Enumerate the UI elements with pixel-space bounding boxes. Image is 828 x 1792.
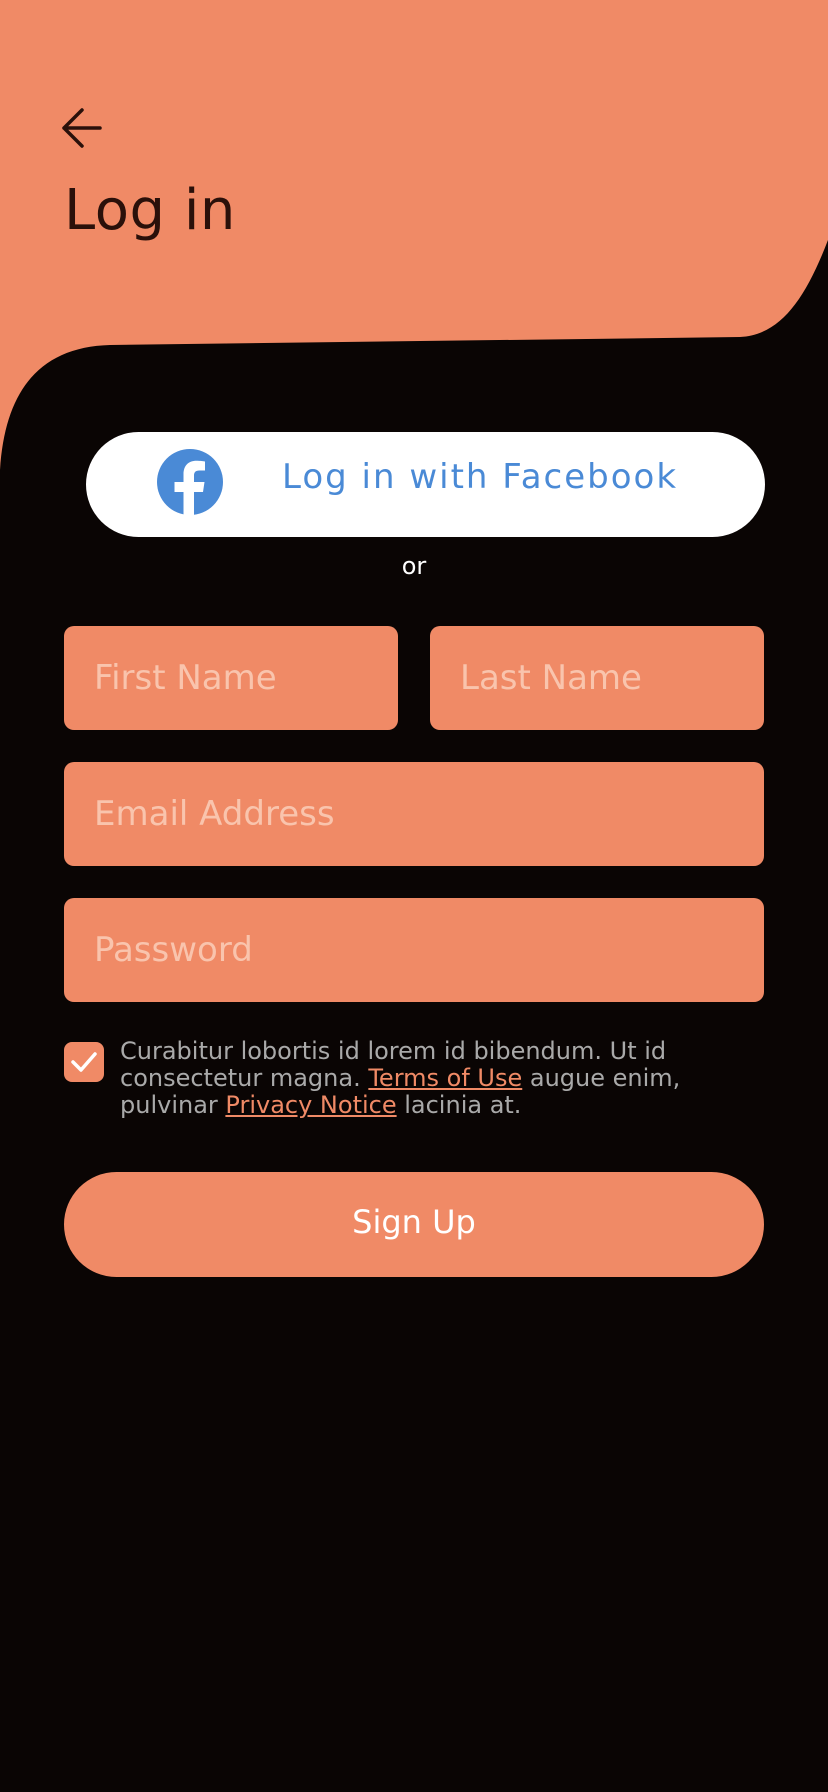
terms-of-use-link[interactable]: Terms of Use xyxy=(368,1064,522,1092)
terms-text: Curabitur lobortis id lorem id bibendum.… xyxy=(120,1038,780,1119)
checkmark-icon xyxy=(71,1052,97,1072)
first-name-field[interactable] xyxy=(64,626,398,730)
terms-text-part-3: lacinia at. xyxy=(396,1091,522,1119)
back-button[interactable] xyxy=(54,100,110,156)
last-name-field[interactable] xyxy=(430,626,764,730)
facebook-icon xyxy=(157,449,223,520)
page-title: Log in xyxy=(64,178,236,243)
email-field[interactable] xyxy=(64,762,764,866)
first-name-input[interactable] xyxy=(64,626,398,730)
facebook-login-label: Log in with Facebook xyxy=(282,457,679,497)
arrow-left-icon xyxy=(62,108,102,148)
signup-screen: Log in Log in with Facebook or Curabitur… xyxy=(0,0,828,1792)
privacy-notice-link[interactable]: Privacy Notice xyxy=(225,1091,396,1119)
last-name-input[interactable] xyxy=(430,626,764,730)
terms-checkbox[interactable] xyxy=(64,1042,104,1082)
email-input[interactable] xyxy=(64,762,764,866)
facebook-login-button[interactable]: Log in with Facebook xyxy=(86,432,765,537)
password-field[interactable] xyxy=(64,898,764,1002)
or-divider: or xyxy=(401,552,427,580)
password-input[interactable] xyxy=(64,898,764,1002)
sign-up-button[interactable]: Sign Up xyxy=(64,1172,764,1277)
